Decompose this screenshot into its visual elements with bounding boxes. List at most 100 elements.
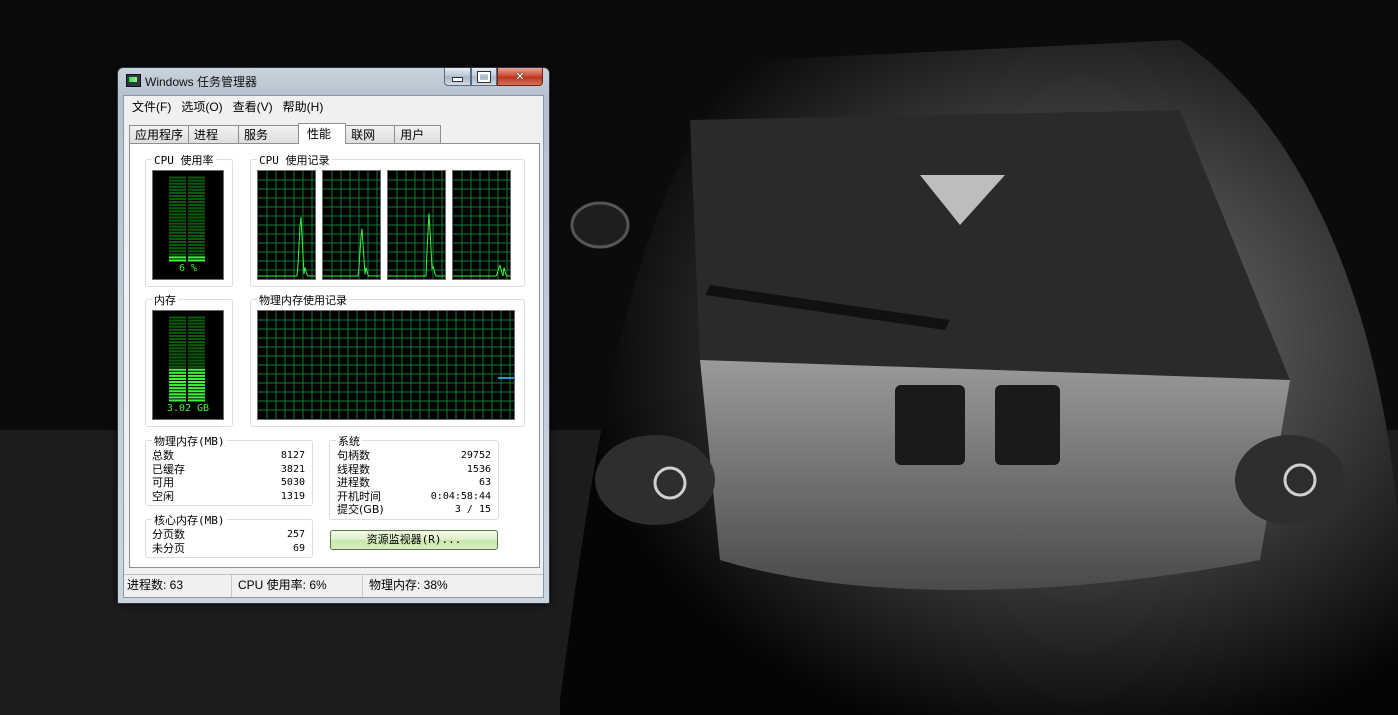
status-memory: 物理内存: 38% [369, 578, 448, 592]
tab-applications[interactable]: 应用程序 [129, 125, 190, 144]
tab-networking[interactable]: 联网 [345, 125, 396, 144]
stat-label: 未分页 [152, 541, 185, 555]
memory-meter-segment [169, 393, 186, 396]
cpu-meter-segment [169, 207, 186, 210]
status-bar: 进程数: 63 CPU 使用率: 6% 物理内存: 38% [124, 574, 543, 597]
stat-value: 63 [478, 477, 491, 489]
tab-performance[interactable]: 性能 [298, 123, 347, 144]
menu-help[interactable]: 帮助(H) [279, 98, 328, 115]
memory-meter-segment [188, 396, 205, 399]
cpu-usage-meter: 6 % [152, 170, 224, 280]
memory-meter-segment [169, 377, 186, 380]
memory-meter-segment [188, 387, 205, 390]
stat-value: 1319 [280, 490, 305, 502]
cpu-meter-segment [188, 176, 205, 179]
cpu-meter-segment [169, 213, 186, 216]
cpu-meter-segment [188, 204, 205, 207]
memory-meter-segment [188, 350, 205, 353]
memory-meter-segment [188, 325, 205, 328]
stat-value: 8127 [280, 450, 305, 461]
cpu-history-graph-core-4 [452, 170, 511, 280]
status-processes: 进程数: 63 [124, 575, 232, 597]
tab-services[interactable]: 服务 [238, 125, 300, 144]
tab-users[interactable]: 用户 [394, 125, 442, 144]
kernel-memory-group: 核心内存(MB) 分页数 257 未分页 69 [145, 512, 313, 558]
memory-meter-segment [169, 384, 186, 387]
cpu-meter-segment [169, 244, 186, 247]
memory-meter-segment [188, 362, 205, 365]
cpu-meter-segment [169, 198, 186, 201]
cpu-meter-segment [188, 241, 205, 244]
physical-memory-label: 物理内存(MB) [152, 433, 227, 449]
memory-meter-segment [169, 347, 186, 350]
cpu-meter-segment [188, 201, 205, 204]
memory-meter-segment [188, 377, 205, 380]
menu-bar: 文件(F) 选项(O) 查看(V) 帮助(H) [124, 96, 543, 116]
memory-meter-segment [169, 356, 186, 359]
menu-view[interactable]: 查看(V) [229, 98, 277, 115]
cpu-meter-segment [169, 176, 186, 179]
stat-value: 0:04:58:44 [430, 490, 491, 502]
cpu-meter-segment [169, 216, 186, 219]
cpu-usage-bars [169, 176, 205, 262]
memory-meter-segment [169, 328, 186, 331]
memory-meter-segment [169, 350, 186, 353]
memory-meter-segment [188, 322, 205, 325]
memory-meter-segment [169, 359, 186, 362]
cpu-meter-segment [169, 231, 186, 234]
menu-options[interactable]: 选项(O) [177, 98, 226, 115]
cpu-meter-segment [188, 250, 205, 253]
close-button[interactable]: ✕ [497, 68, 543, 86]
memory-meter-segment [188, 334, 205, 337]
tab-processes[interactable]: 进程 [188, 125, 240, 144]
memory-meter-segment [169, 365, 186, 368]
cpu-meter-segment [169, 194, 186, 197]
title-bar[interactable]: Windows 任务管理器 ✕ [118, 68, 549, 94]
minimize-button[interactable] [444, 68, 471, 86]
cpu-meter-segment [169, 219, 186, 222]
cpu-meter-segment [188, 210, 205, 213]
memory-meter-segment [169, 322, 186, 325]
memory-meter-segment [169, 344, 186, 347]
stat-value: 257 [286, 529, 305, 540]
cpu-meter-segment [169, 237, 186, 240]
cpu-meter-segment [169, 253, 186, 256]
physical-memory-group: 物理内存(MB) 总数 8127 已缓存 3821 可用 5030 空闲 1319 [145, 433, 313, 506]
memory-meter-segment [188, 368, 205, 371]
cpu-meter-segment [169, 259, 186, 262]
stat-value: 3821 [280, 463, 305, 475]
memory-meter-segment [188, 319, 205, 322]
memory-meter-segment [188, 365, 205, 368]
tab-strip: 应用程序 进程 服务 性能 联网 用户 [129, 123, 442, 144]
cpu-meter-segment [188, 259, 205, 262]
cpu-meter-segment [188, 179, 205, 182]
memory-label: 内存 [152, 292, 178, 308]
memory-meter-segment [188, 328, 205, 331]
memory-meter-segment [188, 341, 205, 344]
memory-value: 3.02 GB [166, 403, 210, 414]
menu-file[interactable]: 文件(F) [128, 98, 175, 115]
cpu-meter-segment [169, 210, 186, 213]
resource-monitor-button[interactable]: 资源监视器(R)... [330, 530, 498, 550]
memory-meter-segment [169, 341, 186, 344]
cpu-meter-segment [188, 247, 205, 250]
cpu-meter-segment [188, 185, 205, 188]
memory-bars [169, 316, 205, 402]
maximize-button[interactable] [471, 68, 497, 86]
memory-meter-segment [188, 384, 205, 387]
status-cpu: CPU 使用率: 6% [232, 575, 363, 597]
cpu-meter-segment [188, 216, 205, 219]
cpu-meter-segment [169, 201, 186, 204]
cpu-meter-segment [188, 222, 205, 225]
stat-label: 线程数 [337, 462, 370, 476]
kernel-memory-row: 分页数 257 [152, 528, 305, 542]
stat-value: 69 [292, 542, 305, 554]
memory-meter-segment [188, 344, 205, 347]
stat-value: 1536 [466, 463, 491, 475]
maximize-icon [477, 70, 491, 83]
stat-label: 总数 [152, 449, 174, 462]
memory-history-group: 物理内存使用记录 [250, 292, 525, 427]
cpu-history-graph-core-3 [387, 170, 446, 280]
minimize-icon [452, 77, 463, 82]
cpu-meter-segment [169, 179, 186, 182]
